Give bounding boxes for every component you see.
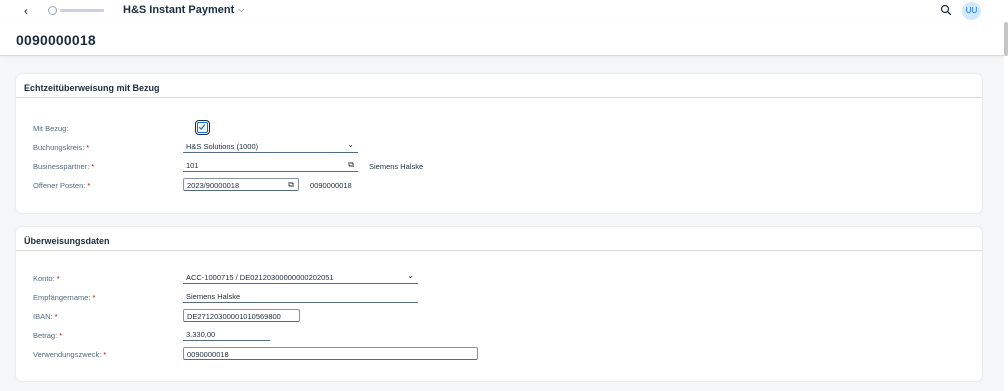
betrag-label: Betrag: * xyxy=(33,331,63,340)
verwendungszweck-label: Verwendungszweck: * xyxy=(33,350,107,359)
section-title: Überweisungsdaten xyxy=(24,236,110,246)
chevron-down-icon: ⌄ xyxy=(347,140,354,149)
buchungskreis-select[interactable]: H&S Solutions (1000) ⌄ xyxy=(183,140,358,153)
empfaengername-label: Empfängername: * xyxy=(33,293,96,302)
search-icon[interactable] xyxy=(940,4,952,16)
checkmark-icon xyxy=(198,124,206,131)
businesspartner-label: Businesspartner: * xyxy=(33,162,95,171)
user-avatar[interactable]: UU xyxy=(962,2,981,20)
konto-label: Konto: * xyxy=(33,274,60,283)
section-divider xyxy=(16,250,982,251)
businesspartner-name: Siemens Halske xyxy=(369,162,424,171)
iban-label: IBAN: * xyxy=(33,312,58,321)
reference-section: Echtzeitüberweisung mit Bezug Mit Bezug:… xyxy=(16,74,982,213)
konto-select[interactable]: ACC-1000715 / DE02120300000000202051 ⌄ xyxy=(183,271,418,284)
buchungskreis-label: Buchungskreis: * xyxy=(33,143,90,152)
value-help-icon[interactable]: ⧉ xyxy=(348,160,354,170)
logo-mark xyxy=(48,5,57,15)
offener-posten-reference: 0090000018 xyxy=(310,181,352,190)
app-title-menu[interactable]: H&S Instant Payment ⌵ xyxy=(123,4,244,16)
iban-input[interactable]: DE27120300001010569800 xyxy=(183,309,300,322)
section-title: Echtzeitüberweisung mit Bezug xyxy=(24,83,160,93)
chevron-left-icon[interactable]: ‹ xyxy=(24,4,28,18)
transfer-section: Überweisungsdaten Konto: * ACC-1000715 / … xyxy=(16,227,982,381)
chevron-down-icon: ⌵ xyxy=(238,5,245,14)
offener-posten-input[interactable]: 2023/90000018 ⧉ xyxy=(183,178,299,191)
offener-posten-label: Offener Posten: * xyxy=(33,181,91,190)
verwendungszweck-input[interactable]: 0090000018 xyxy=(183,347,478,360)
empfaengername-input[interactable]: Siemens Halske xyxy=(183,290,418,303)
scrollbar-thumb[interactable] xyxy=(1004,22,1008,56)
logo-wordmark xyxy=(60,8,104,12)
chevron-down-icon: ⌄ xyxy=(407,271,414,280)
mit-bezug-checkbox[interactable] xyxy=(195,120,210,135)
betrag-input[interactable]: 3.330,00 xyxy=(183,328,270,341)
company-logo[interactable] xyxy=(48,5,106,15)
page-scrollbar[interactable] xyxy=(1004,0,1008,391)
section-divider xyxy=(16,97,982,98)
app-title: H&S Instant Payment xyxy=(123,4,235,16)
shell-bar: ‹ H&S Instant Payment ⌵ UU xyxy=(0,0,1008,22)
page-title: 0090000018 xyxy=(16,32,96,48)
mit-bezug-label: Mit Bezug: xyxy=(33,124,69,133)
object-header: 0090000018 xyxy=(0,22,1004,56)
businesspartner-input[interactable]: 101 ⧉ xyxy=(183,159,358,172)
value-help-icon[interactable]: ⧉ xyxy=(288,180,294,190)
